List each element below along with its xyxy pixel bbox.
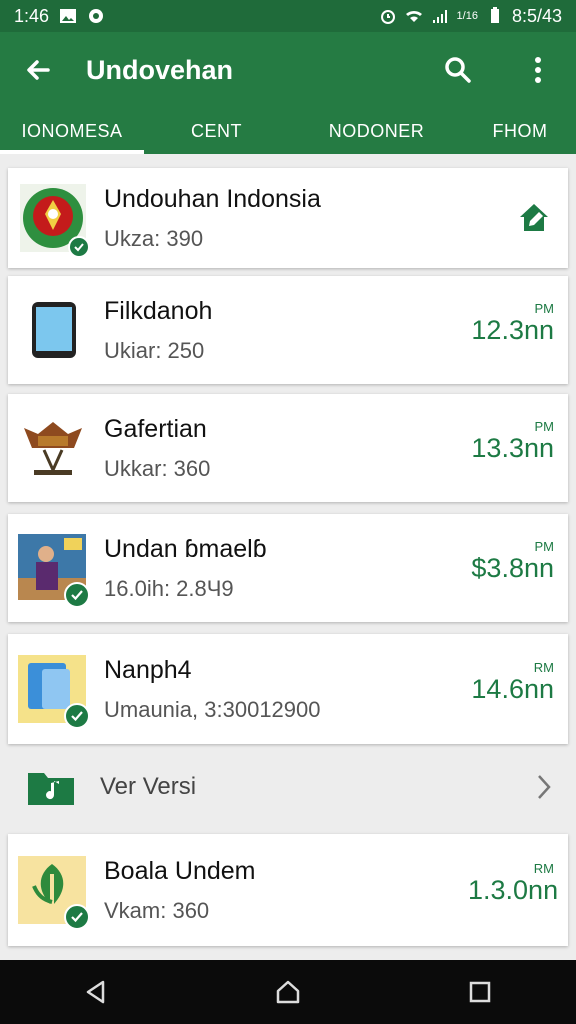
tab-ionomesa[interactable]: IONOMESA: [0, 108, 144, 154]
tab-bar: IONOMESA CENT NODONER FHOM: [0, 108, 576, 154]
item-pm-label: RM: [533, 659, 554, 675]
item-name: Nanph4: [104, 655, 192, 684]
item-thumbnail: [18, 852, 90, 930]
page-title: Undovehan: [86, 54, 234, 85]
item-thumbnail: [18, 651, 90, 729]
item-info: Boala Undem Vkam: 360: [104, 857, 468, 924]
item-name: Boala Undem: [104, 856, 256, 885]
item-value: $3.8nn: [471, 552, 554, 583]
list-item[interactable]: Gafertian Ukkar: 360 PM 13.3nn: [8, 394, 568, 502]
wifi-icon: [405, 10, 422, 22]
list-item[interactable]: Boala Undem Vkam: 360 RM 1.3.0nn: [8, 834, 568, 946]
item-subtitle: 16.0ih: 2.8Ч9: [104, 575, 234, 601]
item-value-group: PM $3.8nn: [468, 539, 554, 584]
nav-home-button[interactable]: [266, 970, 310, 1014]
music-folder-icon: [28, 773, 74, 805]
list-item[interactable]: Nanph4 Umaunia, 3:30012900 RM 14.6nn: [8, 634, 568, 744]
back-button[interactable]: [16, 48, 60, 92]
item-name: Undouhan Indonsia: [104, 184, 321, 213]
item-value-group: PM 13.3nn: [468, 419, 554, 464]
system-nav-bar: [0, 960, 576, 1024]
alarm-icon: [380, 10, 395, 24]
item-info: Nanph4 Umaunia, 3:30012900: [104, 656, 468, 723]
edit-button[interactable]: [512, 196, 556, 240]
status-clock: 8:5/43: [511, 5, 562, 26]
battery-icon: [490, 7, 499, 23]
item-value-group: PM 12.3nn: [468, 301, 554, 346]
tab-fhom[interactable]: FHOM: [464, 108, 576, 154]
item-value: 14.6nn: [471, 673, 554, 704]
item-pm-label: RM: [533, 860, 554, 876]
nav-recents-button[interactable]: [458, 970, 502, 1014]
search-icon: [445, 57, 471, 83]
item-info: Undan ɓmaelɓ 16.0ih: 2.8Ч9: [104, 535, 468, 602]
item-thumbnail: [18, 180, 90, 258]
triangle-back-icon: [86, 980, 105, 1004]
version-row[interactable]: Ver Versi: [0, 752, 576, 822]
item-subtitle: Ukza: 390: [104, 225, 204, 251]
list-item[interactable]: Filkdanoh Ukiar: 250 PM 12.3nn: [8, 276, 568, 384]
version-label: Ver Versi: [100, 773, 197, 800]
more-options-button[interactable]: [516, 48, 560, 92]
item-value: 1.3.0nn: [468, 874, 559, 905]
item-value-group: RM 1.3.0nn: [468, 861, 559, 906]
gallery-icon: [60, 9, 77, 23]
item-name: Filkdanoh: [104, 296, 213, 325]
list-item[interactable]: Undouhan Indonsia Ukza: 390: [8, 168, 568, 268]
check-badge-icon: [64, 582, 90, 608]
square-recents-icon: [469, 981, 491, 1003]
item-subtitle: Umaunia, 3:30012900: [104, 696, 321, 722]
nav-back-button[interactable]: [74, 970, 118, 1014]
item-pm-label: PM: [534, 300, 555, 316]
item-info: Undouhan Indonsia Ukza: 390: [104, 185, 512, 252]
tablet-icon: [32, 302, 76, 358]
item-info: Filkdanoh Ukiar: 250: [104, 297, 468, 364]
status-bar: 1:46 1/16 8:5/43: [0, 0, 576, 32]
item-value-group: RM 14.6nn: [468, 660, 554, 705]
item-pm-label: PM: [534, 538, 555, 554]
check-badge-icon: [64, 703, 90, 729]
item-thumbnail: [18, 410, 88, 486]
item-info: Gafertian Ukkar: 360: [104, 415, 468, 482]
item-subtitle: Vkam: 360: [104, 897, 210, 923]
item-name: Undan ɓmaelɓ: [104, 534, 267, 563]
tab-nodoner[interactable]: NODONER: [289, 108, 464, 154]
check-badge-icon: [64, 904, 90, 930]
item-subtitle: Ukkar: 360: [104, 455, 211, 481]
signal-icon: [432, 10, 447, 23]
check-badge-icon: [68, 236, 90, 258]
more-vert-icon: [535, 57, 541, 83]
arrow-back-icon: [27, 60, 50, 80]
home-icon: [276, 980, 300, 1004]
tab-cent[interactable]: CENT: [144, 108, 289, 154]
item-thumbnail: [18, 530, 90, 608]
item-name: Gafertian: [104, 414, 207, 443]
search-button[interactable]: [436, 48, 480, 92]
notification-icon: [89, 9, 104, 23]
signal-text: 1/16: [456, 10, 478, 22]
item-subtitle: Ukiar: 250: [104, 337, 205, 363]
list-item[interactable]: Undan ɓmaelɓ 16.0ih: 2.8Ч9 PM $3.8nn: [8, 514, 568, 622]
item-value: 12.3nn: [471, 314, 554, 345]
item-thumbnail: [18, 292, 88, 368]
garuda-emblem-icon: [24, 422, 82, 475]
download-list: Undouhan Indonsia Ukza: 390 Filkdanoh Uk…: [0, 154, 576, 960]
item-pm-label: PM: [534, 418, 555, 434]
status-time: 1:46: [14, 5, 50, 26]
home-edit-icon: [520, 204, 548, 231]
app-bar: Undovehan: [0, 32, 576, 108]
chevron-right-icon: [538, 775, 551, 799]
item-value: 13.3nn: [471, 432, 554, 463]
